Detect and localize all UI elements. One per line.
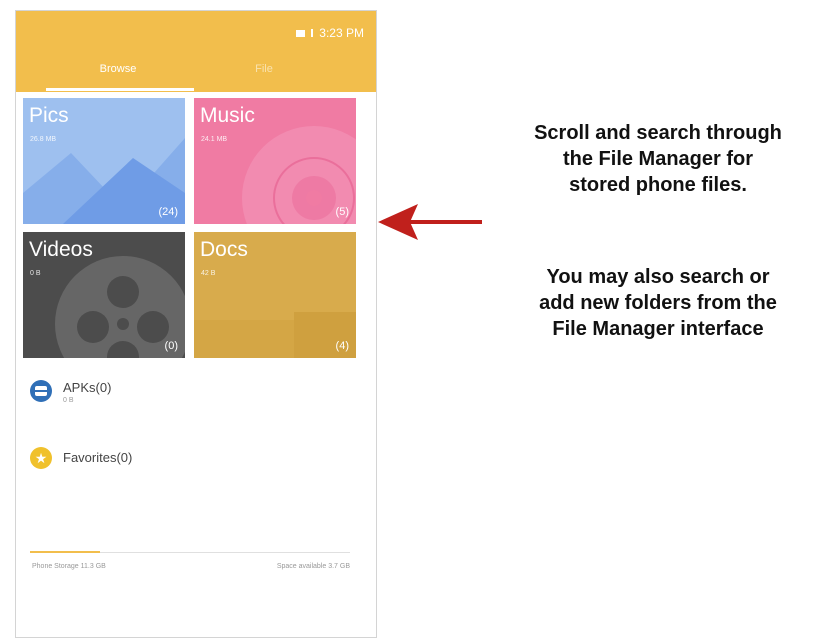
apk-icon: [30, 380, 52, 402]
category-tile-music[interactable]: Music 24.1 MB (5): [194, 98, 356, 224]
tab-browse[interactable]: Browse: [68, 63, 168, 75]
tile-count: (5): [335, 206, 349, 218]
app-header: 3:23 PM Browse File: [16, 11, 376, 92]
storage-bar-used: [30, 551, 101, 553]
tile-title: Pics: [29, 104, 69, 127]
signal-icon: [311, 29, 314, 37]
list-item-apks[interactable]: APKs(0) 0 B: [30, 380, 111, 404]
list-item-favorites[interactable]: ★ Favorites(0): [30, 447, 132, 469]
space-available-text: Space available 3.7 GB: [276, 563, 350, 570]
category-tile-docs[interactable]: Docs 42 B (4): [194, 232, 356, 358]
tile-title: Videos: [29, 238, 93, 261]
tile-count: (4): [335, 340, 349, 352]
list-item-label: Favorites(0): [63, 450, 133, 465]
star-icon: ★: [30, 447, 52, 469]
tile-title: Music: [200, 104, 255, 127]
list-item-size: 0 B: [63, 397, 74, 404]
tile-title: Docs: [200, 238, 248, 261]
tile-count: (0): [164, 340, 178, 352]
battery-icon: [296, 29, 306, 37]
tile-size: 26.8 MB: [30, 136, 57, 143]
tile-count: (24): [158, 206, 178, 218]
phone-storage-text: Phone Storage 11.3 GB: [32, 563, 106, 570]
active-tab-indicator: [46, 88, 194, 91]
list-item-label: APKs(0): [63, 380, 112, 395]
status-bar: 3:23 PM: [296, 26, 364, 40]
status-time: 3:23 PM: [319, 26, 364, 40]
tab-file[interactable]: File: [214, 63, 314, 75]
tile-size: 0 B: [30, 270, 41, 277]
red-arrow-icon: [378, 204, 482, 240]
caption-add-folders: You may also search or add new folders f…: [539, 266, 777, 340]
tile-size: 42 B: [201, 270, 216, 277]
tile-size: 24.1 MB: [201, 136, 228, 143]
caption-scroll-search: Scroll and search through the File Manag…: [534, 122, 782, 196]
category-tile-pics[interactable]: Pics 26.8 MB (24): [23, 98, 185, 224]
phone-screen: 3:23 PM Browse File Pics 26.8 MB (24) Mu…: [15, 10, 377, 638]
category-tile-videos[interactable]: Videos 0 B (0): [23, 232, 185, 358]
